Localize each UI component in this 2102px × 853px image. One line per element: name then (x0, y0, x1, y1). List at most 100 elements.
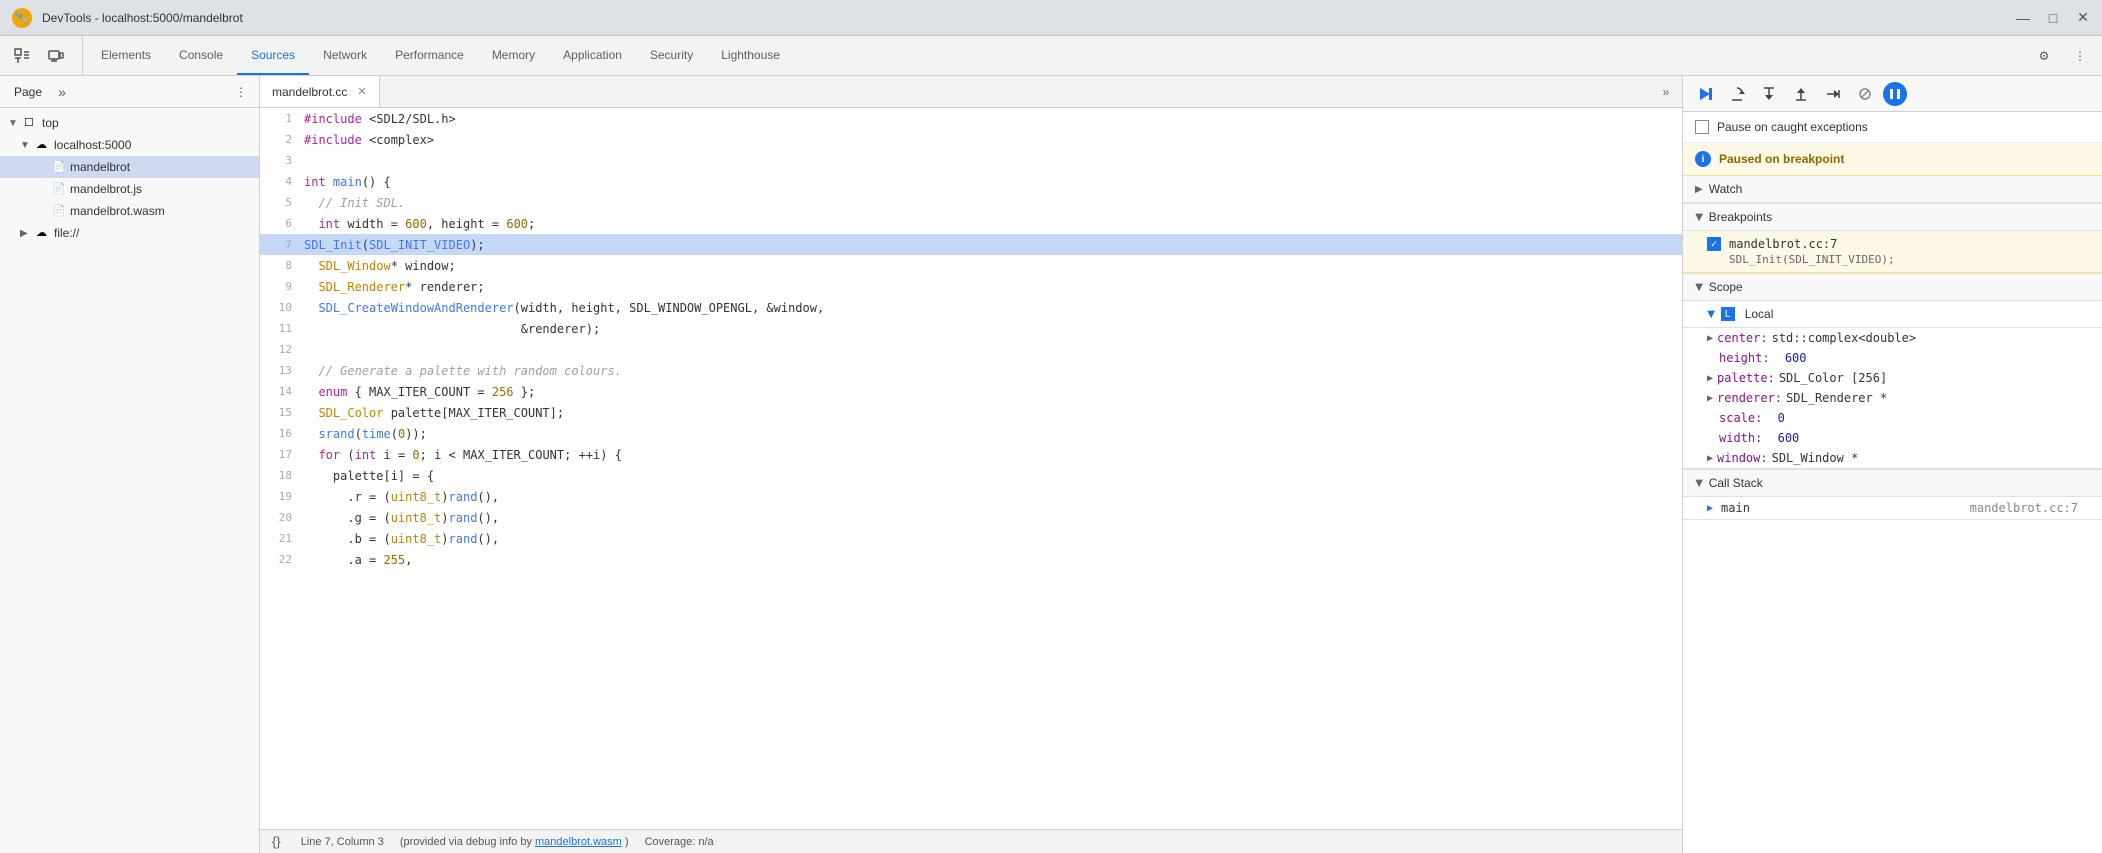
step-button[interactable] (1819, 80, 1847, 108)
close-button[interactable]: ✕ (2076, 11, 2090, 25)
scope-renderer[interactable]: ▶ renderer: SDL_Renderer * (1683, 388, 2102, 408)
callstack-label: Call Stack (1709, 476, 1763, 490)
code-line-11: 11 &renderer); (260, 318, 1682, 339)
tree-item-file[interactable]: ▶ ☁ file:// (0, 222, 259, 244)
local-section: ▶ L Local ▶ center: std::complex<double>… (1683, 301, 2102, 469)
local-header[interactable]: ▶ L Local (1683, 301, 2102, 328)
watch-arrow-icon: ▶ (1695, 184, 1703, 195)
file-icon-js: 📄 (52, 182, 66, 196)
tree-item-localhost[interactable]: ▼ ☁ localhost:5000 (0, 134, 259, 156)
tree-item-top[interactable]: ▼ ☐ top (0, 112, 259, 134)
tab-lighthouse[interactable]: Lighthouse (707, 36, 794, 75)
code-area[interactable]: 1 #include <SDL2/SDL.h> 2 #include <comp… (260, 108, 1682, 829)
bp-file-label: mandelbrot.cc:7 (1729, 237, 1837, 251)
deactivate-button[interactable] (1851, 80, 1879, 108)
minimize-button[interactable]: — (2016, 11, 2030, 25)
maximize-button[interactable]: □ (2046, 11, 2060, 25)
right-sections: Pause on caught exceptions i Paused on b… (1683, 112, 2102, 853)
left-panel-header: Page » ⋮ (0, 76, 259, 108)
local-arrow-icon: ▶ (1705, 310, 1716, 318)
tree-label-localhost: localhost:5000 (54, 138, 131, 152)
resume-button[interactable] (1691, 80, 1719, 108)
cs-func-name: main (1721, 501, 1750, 515)
callstack-header[interactable]: ▶ Call Stack (1683, 470, 2102, 497)
file-icon-wasm: 📄 (52, 204, 66, 218)
tree-arrow-file: ▶ (20, 228, 32, 239)
callstack-arrow-icon: ▶ (1693, 479, 1704, 487)
code-line-3: 3 (260, 150, 1682, 171)
scope-section: ▶ Scope ▶ L Local ▶ center: std::complex… (1683, 274, 2102, 470)
tab-application[interactable]: Application (549, 36, 636, 75)
watch-section: ▶ Watch (1683, 176, 2102, 204)
code-line-17: 17 for (int i = 0; i < MAX_ITER_COUNT; +… (260, 444, 1682, 465)
code-line-5: 5 // Init SDL. (260, 192, 1682, 213)
coverage-text: Coverage: n/a (645, 836, 714, 848)
tree-label-js: mandelbrot.js (70, 182, 142, 196)
devtools-icons (8, 36, 83, 75)
wasm-source-link[interactable]: mandelbrot.wasm (535, 836, 622, 848)
scope-scale: scale: 0 (1683, 408, 2102, 428)
tab-security[interactable]: Security (636, 36, 707, 75)
tab-console[interactable]: Console (165, 36, 237, 75)
scope-center[interactable]: ▶ center: std::complex<double> (1683, 328, 2102, 348)
editor-tab-label: mandelbrot.cc (272, 85, 347, 99)
breakpoints-section: ▶ Breakpoints ✓ mandelbrot.cc:7 SDL_Init… (1683, 204, 2102, 274)
editor-tabs: mandelbrot.cc ✕ » (260, 76, 1682, 108)
tab-network[interactable]: Network (309, 36, 381, 75)
tab-sources[interactable]: Sources (237, 36, 309, 75)
devtools-tabbar: Elements Console Sources Network Perform… (0, 36, 2102, 76)
folder-icon: ☐ (24, 116, 38, 130)
file-tree: ▼ ☐ top ▼ ☁ localhost:5000 📄 mandelbrot … (0, 108, 259, 853)
pause-button[interactable] (1883, 82, 1907, 106)
paused-notice: i Paused on breakpoint (1683, 143, 2102, 176)
step-over-button[interactable] (1723, 80, 1751, 108)
tree-item-mandelbrot-wasm[interactable]: 📄 mandelbrot.wasm (0, 200, 259, 222)
tree-arrow-localhost: ▼ (20, 140, 32, 151)
tab-performance[interactable]: Performance (381, 36, 478, 75)
format-icon[interactable]: {} (272, 834, 281, 849)
watch-header[interactable]: ▶ Watch (1683, 176, 2102, 203)
editor-forward-icon[interactable]: » (1650, 76, 1682, 107)
tabbar-right-icons: ⚙ ⋮ (2030, 36, 2094, 75)
editor-tab-mandelbrot[interactable]: mandelbrot.cc ✕ (260, 76, 380, 107)
breakpoints-header[interactable]: ▶ Breakpoints (1683, 204, 2102, 231)
left-panel: Page » ⋮ ▼ ☐ top ▼ ☁ localhost:5000 📄 ma… (0, 76, 260, 853)
cloud-icon-file: ☁ (36, 226, 50, 240)
tab-memory[interactable]: Memory (478, 36, 549, 75)
pause-exceptions-checkbox[interactable] (1695, 120, 1709, 134)
main-layout: Page » ⋮ ▼ ☐ top ▼ ☁ localhost:5000 📄 ma… (0, 76, 2102, 853)
scope-palette[interactable]: ▶ palette: SDL_Color [256] (1683, 368, 2102, 388)
device-icon[interactable] (42, 42, 70, 70)
step-into-button[interactable] (1755, 80, 1783, 108)
callstack-section: ▶ Call Stack ▶ main mandelbrot.cc:7 (1683, 470, 2102, 520)
code-line-16: 16 srand(time(0)); (260, 423, 1682, 444)
step-out-button[interactable] (1787, 80, 1815, 108)
code-line-9: 9 SDL_Renderer* renderer; (260, 276, 1682, 297)
tree-item-mandelbrot-js[interactable]: 📄 mandelbrot.js (0, 178, 259, 200)
more-options-icon[interactable]: ⋮ (2066, 42, 2094, 70)
window-title: DevTools - localhost:5000/mandelbrot (42, 11, 2006, 25)
tab-elements[interactable]: Elements (87, 36, 165, 75)
tree-item-mandelbrot[interactable]: 📄 mandelbrot (0, 156, 259, 178)
code-line-22: 22 .a = 255, (260, 549, 1682, 570)
code-line-6: 6 int width = 600, height = 600; (260, 213, 1682, 234)
settings-icon[interactable]: ⚙ (2030, 42, 2058, 70)
scope-window[interactable]: ▶ window: SDL_Window * (1683, 448, 2102, 468)
callstack-item-main[interactable]: ▶ main mandelbrot.cc:7 (1683, 497, 2102, 519)
breakpoints-arrow-icon: ▶ (1693, 213, 1704, 221)
more-tabs-icon[interactable]: » (52, 82, 72, 102)
tree-label-top: top (42, 116, 59, 130)
code-line-8: 8 SDL_Window* window; (260, 255, 1682, 276)
panel-menu-icon[interactable]: ⋮ (231, 82, 251, 102)
tree-arrow-top: ▼ (8, 118, 20, 129)
bp-code-text: SDL_Init(SDL_INIT_VIDEO); (1707, 253, 2078, 266)
tab-close-icon[interactable]: ✕ (357, 85, 366, 98)
inspect-icon[interactable] (8, 42, 36, 70)
code-line-15: 15 SDL_Color palette[MAX_ITER_COUNT]; (260, 402, 1682, 423)
tree-label-wasm: mandelbrot.wasm (70, 204, 165, 218)
paused-notice-text: Paused on breakpoint (1719, 152, 1844, 166)
breakpoints-label: Breakpoints (1709, 210, 1772, 224)
bp-checkbox[interactable]: ✓ (1707, 237, 1721, 251)
page-tab[interactable]: Page (8, 83, 48, 101)
scope-header[interactable]: ▶ Scope (1683, 274, 2102, 301)
